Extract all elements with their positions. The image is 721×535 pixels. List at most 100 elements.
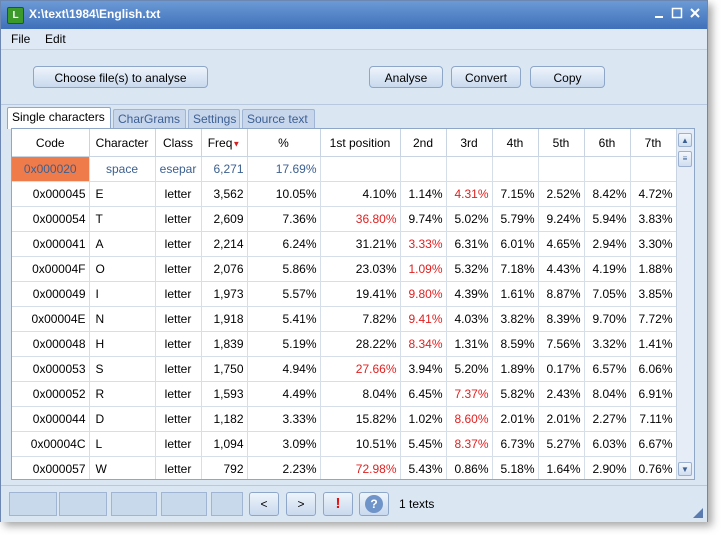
cell-pos2[interactable]: 1.14% [400, 181, 447, 207]
cell-pos4[interactable]: 2.01% [492, 406, 539, 432]
cell-pos2[interactable]: 1.02% [400, 406, 447, 432]
cell-character[interactable]: E [89, 181, 156, 207]
minimize-icon[interactable] [651, 5, 667, 21]
cell-class[interactable]: letter [155, 406, 202, 432]
cell-code[interactable]: 0x00004E [12, 306, 90, 332]
cell-pos7[interactable]: 0.76% [630, 456, 677, 479]
cell-pos2[interactable]: 9.41% [400, 306, 447, 332]
cell-percent[interactable]: 17.69% [247, 156, 321, 182]
cell-pos7[interactable]: 3.85% [630, 281, 677, 307]
cell-character[interactable]: L [89, 431, 156, 457]
cell-pos7[interactable]: 1.41% [630, 331, 677, 357]
next-button[interactable]: > [286, 492, 316, 516]
cell-code[interactable]: 0x000053 [12, 356, 90, 382]
cell-code[interactable]: 0x000054 [12, 206, 90, 232]
menu-file[interactable]: File [11, 32, 30, 46]
cell-pos5[interactable]: 4.43% [538, 256, 585, 282]
cell-pos2[interactable]: 6.45% [400, 381, 447, 407]
cell-pos7[interactable]: 3.30% [630, 231, 677, 257]
cell-pos6[interactable]: 9.70% [584, 306, 631, 332]
table-row[interactable]: 0x000044 Dletter 1,182 3.33% 15.82% 1.02% 8.60… [12, 406, 677, 432]
cell-pos3[interactable]: 5.20% [446, 356, 493, 382]
cell-pos3[interactable]: 5.32% [446, 256, 493, 282]
cell-percent[interactable]: 2.23% [247, 456, 321, 479]
title-bar[interactable]: L X:\text\1984\English.txt [1, 1, 707, 29]
table-row[interactable]: 0x000049 Iletter 1,973 5.57% 19.41% 9.80% 4.39… [12, 281, 677, 307]
cell-pos5[interactable]: 1.64% [538, 456, 585, 479]
cell-pos4[interactable]: 5.79% [492, 206, 539, 232]
cell-percent[interactable]: 4.94% [247, 356, 321, 382]
cell-pos7[interactable] [630, 156, 677, 182]
cell-freq[interactable]: 1,839 [201, 331, 248, 357]
cell-freq[interactable]: 792 [201, 456, 248, 479]
table-row[interactable]: 0x000057 Wletter 792 2.23% 72.98% 5.43% 0.86% 5… [12, 456, 677, 479]
cell-pos4[interactable]: 6.73% [492, 431, 539, 457]
cell-pos7[interactable]: 7.11% [630, 406, 677, 432]
scroll-up-icon[interactable]: ▲ [678, 133, 692, 147]
cell-freq[interactable]: 2,609 [201, 206, 248, 232]
cell-pos5[interactable]: 8.39% [538, 306, 585, 332]
cell-pos4[interactable]: 1.89% [492, 356, 539, 382]
cell-pos2[interactable]: 9.74% [400, 206, 447, 232]
cell-pos5[interactable]: 8.87% [538, 281, 585, 307]
cell-pos4[interactable]: 8.59% [492, 331, 539, 357]
col-header-3rd[interactable]: 3rd [446, 129, 493, 157]
cell-pos1[interactable]: 23.03% [320, 256, 401, 282]
cell-pos1[interactable]: 7.82% [320, 306, 401, 332]
scroll-thumb[interactable]: ≡ [678, 151, 692, 167]
table-row[interactable]: 0x000041 Aletter 2,214 6.24% 31.21% 3.33% 6.31… [12, 231, 677, 257]
cell-code[interactable]: 0x00004F [12, 256, 90, 282]
cell-pos1[interactable]: 4.10% [320, 181, 401, 207]
cell-code[interactable]: 0x000045 [12, 181, 90, 207]
frequency-grid[interactable]: Code Character Class Freq▼ % 1st positio… [11, 128, 695, 480]
cell-code[interactable]: 0x000049 [12, 281, 90, 307]
cell-pos3[interactable]: 6.31% [446, 231, 493, 257]
col-header-character[interactable]: Character [89, 129, 156, 157]
cell-freq[interactable]: 1,973 [201, 281, 248, 307]
cell-class[interactable]: letter [155, 456, 202, 479]
cell-pos1[interactable]: 15.82% [320, 406, 401, 432]
cell-class[interactable]: letter [155, 181, 202, 207]
cell-pos1[interactable]: 8.04% [320, 381, 401, 407]
table-row[interactable]: 0x000048 Hletter 1,839 5.19% 28.22% 8.34% 1.31… [12, 331, 677, 357]
cell-pos5[interactable]: 4.65% [538, 231, 585, 257]
cell-percent[interactable]: 3.33% [247, 406, 321, 432]
scroll-down-icon[interactable]: ▼ [678, 462, 692, 476]
cell-code[interactable]: 0x000048 [12, 331, 90, 357]
col-header-code[interactable]: Code [12, 129, 90, 157]
cell-pos2[interactable]: 3.33% [400, 231, 447, 257]
cell-character[interactable]: T [89, 206, 156, 232]
cell-pos6[interactable]: 8.42% [584, 181, 631, 207]
cell-pos5[interactable]: 2.43% [538, 381, 585, 407]
cell-class[interactable]: letter [155, 356, 202, 382]
cell-pos7[interactable]: 6.06% [630, 356, 677, 382]
table-row[interactable]: 0x000052 Rletter 1,593 4.49% 8.04% 6.45% 7.37%… [12, 381, 677, 407]
close-icon[interactable] [687, 5, 703, 21]
cell-pos6[interactable]: 5.94% [584, 206, 631, 232]
cell-pos6[interactable]: 2.94% [584, 231, 631, 257]
tab-source-text[interactable]: Source text [242, 109, 315, 128]
cell-pos1[interactable]: 72.98% [320, 456, 401, 479]
cell-pos2[interactable]: 3.94% [400, 356, 447, 382]
cell-character[interactable]: I [89, 281, 156, 307]
table-row[interactable]: 0x000054 Tletter 2,609 7.36% 36.80% 9.74% 5.02… [12, 206, 677, 232]
cell-pos1[interactable]: 36.80% [320, 206, 401, 232]
cell-percent[interactable]: 3.09% [247, 431, 321, 457]
resize-grip-icon[interactable] [693, 508, 703, 518]
cell-class[interactable]: esepar [155, 156, 202, 182]
cell-pos1[interactable]: 19.41% [320, 281, 401, 307]
cell-code[interactable]: 0x00004C [12, 431, 90, 457]
table-row[interactable]: 0x00004C Lletter 1,094 3.09% 10.51% 5.45% 8.37… [12, 431, 677, 457]
cell-class[interactable]: letter [155, 331, 202, 357]
cell-character[interactable]: W [89, 456, 156, 479]
cell-pos3[interactable] [446, 156, 493, 182]
cell-class[interactable]: letter [155, 281, 202, 307]
cell-pos2[interactable]: 5.45% [400, 431, 447, 457]
cell-pos7[interactable]: 1.88% [630, 256, 677, 282]
cell-pos6[interactable]: 6.03% [584, 431, 631, 457]
cell-code[interactable]: 0x000052 [12, 381, 90, 407]
cell-pos5[interactable] [538, 156, 585, 182]
cell-pos7[interactable]: 6.91% [630, 381, 677, 407]
cell-character[interactable]: S [89, 356, 156, 382]
tab-single-characters[interactable]: Single characters [7, 107, 111, 129]
